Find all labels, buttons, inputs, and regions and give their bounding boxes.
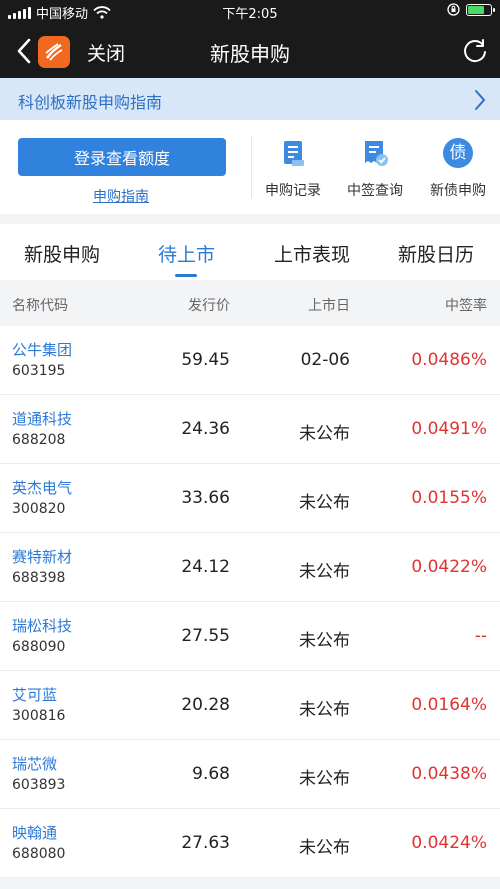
- listing-date: 未公布: [299, 562, 350, 582]
- listing-date: 未公布: [299, 700, 350, 720]
- table-row[interactable]: 赛特新材 688398 24.12 未公布 0.0422%: [0, 533, 500, 602]
- shortcut-winning-query[interactable]: 中签查询: [335, 138, 415, 200]
- refresh-icon: [464, 39, 486, 63]
- table-row[interactable]: 英杰电气 300820 33.66 未公布 0.0155%: [0, 464, 500, 533]
- stock-name[interactable]: 公牛集团: [12, 339, 72, 360]
- stock-code: 688080: [12, 846, 66, 862]
- listing-date: 未公布: [299, 424, 350, 444]
- winning-rate: 0.0486%: [411, 350, 487, 370]
- ipo-list: 公牛集团 603195 59.45 02-06 0.0486% 道通科技 688…: [0, 326, 500, 878]
- winning-rate: --: [474, 626, 487, 646]
- table-row[interactable]: 映翰通 688080 27.63 未公布 0.0424%: [0, 809, 500, 878]
- header-name-code: 名称代码: [12, 298, 68, 314]
- header-issue-price: 发行价: [188, 298, 230, 314]
- issue-price: 24.36: [181, 419, 230, 439]
- battery-icon: [466, 3, 495, 16]
- banner-text: 科创板新股申购指南: [18, 93, 163, 112]
- tab-ipo-calendar[interactable]: 新股日历: [398, 240, 474, 267]
- table-row[interactable]: 瑞芯微 603893 9.68 未公布 0.0438%: [0, 740, 500, 809]
- tab-new-subscription[interactable]: 新股申购: [24, 240, 100, 267]
- login-view-quota-button[interactable]: 登录查看额度: [18, 138, 226, 176]
- orientation-lock-icon: [447, 3, 460, 16]
- header-listing-date: 上市日: [308, 298, 350, 314]
- listing-date: 未公布: [299, 631, 350, 651]
- tab-bar: 新股申购 待上市 上市表现 新股日历: [0, 224, 500, 280]
- winning-rate: 0.0491%: [411, 419, 487, 439]
- header-winning-rate: 中签率: [445, 298, 487, 314]
- shortcut-label: 新债申购: [430, 183, 486, 199]
- tab-listing-performance[interactable]: 上市表现: [274, 240, 350, 267]
- stock-code: 688090: [12, 639, 66, 655]
- tab-pending-listing[interactable]: 待上市: [158, 240, 215, 267]
- stock-name[interactable]: 英杰电气: [12, 477, 72, 498]
- winning-rate: 0.0164%: [411, 695, 487, 715]
- document-list-icon: [284, 141, 304, 166]
- stock-name[interactable]: 艾可蓝: [12, 684, 57, 705]
- guide-banner[interactable]: 科创板新股申购指南: [0, 78, 500, 120]
- stock-code: 603195: [12, 363, 66, 379]
- winning-rate: 0.0424%: [411, 833, 487, 853]
- issue-price: 27.63: [181, 833, 230, 853]
- winning-rate: 0.0155%: [411, 488, 487, 508]
- divider: [251, 136, 252, 198]
- stock-code: 300820: [12, 501, 66, 517]
- winning-rate: 0.0438%: [411, 764, 487, 784]
- table-header: 名称代码 发行价 上市日 中签率: [0, 280, 500, 326]
- listing-date: 未公布: [299, 493, 350, 513]
- issue-price: 33.66: [181, 488, 230, 508]
- refresh-button[interactable]: [462, 38, 488, 64]
- active-tab-indicator: [175, 274, 197, 277]
- stock-name[interactable]: 道通科技: [12, 408, 72, 429]
- issue-price: 59.45: [181, 350, 230, 370]
- table-row[interactable]: 公牛集团 603195 59.45 02-06 0.0486%: [0, 326, 500, 395]
- listing-date: 02-06: [300, 350, 350, 370]
- top-bar: 中国移动 下午2:05 关闭 新股申购: [0, 0, 500, 78]
- stock-name[interactable]: 映翰通: [12, 822, 57, 843]
- status-bar: 中国移动 下午2:05: [0, 0, 500, 24]
- page-title: 新股申购: [210, 42, 290, 66]
- stock-code: 688208: [12, 432, 66, 448]
- table-row[interactable]: 瑞松科技 688090 27.55 未公布 --: [0, 602, 500, 671]
- stock-code: 688398: [12, 570, 66, 586]
- stock-code: 300816: [12, 708, 66, 724]
- receipt-check-icon: [365, 141, 388, 166]
- listing-date: 未公布: [299, 838, 350, 858]
- status-time: 下午2:05: [222, 7, 278, 22]
- listing-date: 未公布: [299, 769, 350, 789]
- issue-price: 20.28: [181, 695, 230, 715]
- table-row[interactable]: 道通科技 688208 24.36 未公布 0.0491%: [0, 395, 500, 464]
- subscription-guide-link[interactable]: 申购指南: [93, 186, 149, 206]
- stock-name[interactable]: 赛特新材: [12, 546, 72, 567]
- quick-actions: 登录查看额度 申购指南 申购记录 中签查询 债 新债申购: [0, 120, 500, 214]
- winning-rate: 0.0422%: [411, 557, 487, 577]
- stock-code: 603893: [12, 777, 66, 793]
- table-row[interactable]: 艾可蓝 300816 20.28 未公布 0.0164%: [0, 671, 500, 740]
- nav-bar: 关闭 新股申购: [0, 24, 500, 78]
- bond-icon: 债: [443, 138, 473, 168]
- shortcut-label: 中签查询: [347, 183, 403, 199]
- issue-price: 27.55: [181, 626, 230, 646]
- issue-price: 24.12: [181, 557, 230, 577]
- stock-name[interactable]: 瑞芯微: [12, 753, 57, 774]
- issue-price: 9.68: [192, 764, 230, 784]
- shortcut-bond-subscription[interactable]: 债 新债申购: [418, 138, 498, 200]
- shortcut-label: 申购记录: [265, 183, 321, 199]
- stock-name[interactable]: 瑞松科技: [12, 615, 72, 636]
- shortcut-subscription-records[interactable]: 申购记录: [253, 138, 333, 200]
- chevron-right-icon: [475, 90, 486, 110]
